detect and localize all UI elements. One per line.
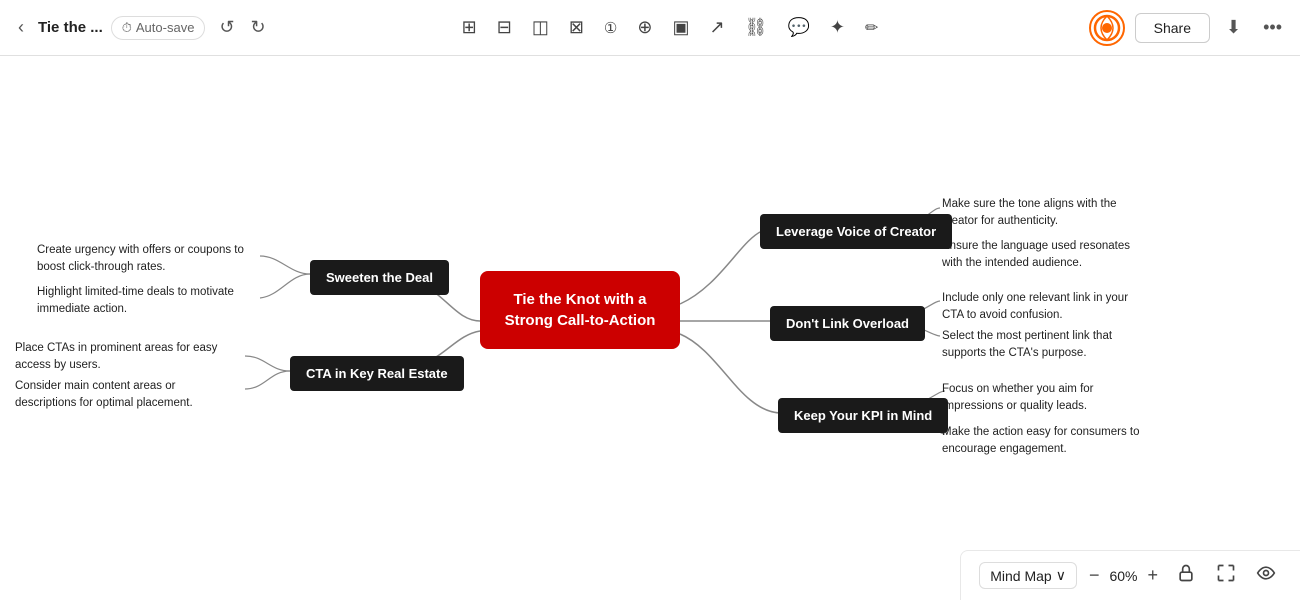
- tool-shape[interactable]: ◫: [525, 13, 556, 42]
- header: ‹ Tie the ... ⏱ Auto-save ↺ ↻ ⊞ ⊟ ◫ ⊠ ① …: [0, 0, 1300, 56]
- node-kpi[interactable]: Keep Your KPI in Mind: [778, 398, 948, 433]
- undo-button[interactable]: ↺: [213, 13, 240, 42]
- tool-pen[interactable]: ✏: [858, 14, 885, 42]
- tool-connector[interactable]: ⊠: [562, 13, 591, 42]
- tool-link[interactable]: ⛓: [738, 13, 775, 42]
- zoom-in-button[interactable]: +: [1143, 563, 1162, 588]
- tool-arrow[interactable]: ↗: [702, 13, 731, 42]
- more-options-button[interactable]: •••: [1257, 13, 1288, 42]
- header-right: Share ⬇ •••: [1068, 10, 1288, 46]
- central-node[interactable]: Tie the Knot with a Strong Call-to-Actio…: [480, 271, 680, 349]
- header-left: ‹ Tie the ... ⏱ Auto-save ↺ ↻: [12, 13, 272, 42]
- share-button[interactable]: Share: [1135, 13, 1210, 43]
- brand-logo: [1089, 10, 1125, 46]
- preview-button[interactable]: [1250, 559, 1282, 592]
- undo-redo-group: ↺ ↻: [213, 13, 271, 42]
- tool-add[interactable]: ⊕: [630, 13, 659, 42]
- fullscreen-button[interactable]: [1210, 559, 1242, 592]
- text-leverage-2: Ensure the language used resonates with …: [942, 238, 1152, 273]
- download-button[interactable]: ⬇: [1220, 13, 1247, 42]
- text-cta-2: Consider main content areas or descripti…: [15, 378, 225, 413]
- text-sweeten-2: Highlight limited-time deals to motivate…: [37, 284, 247, 319]
- lock-button[interactable]: [1170, 559, 1202, 592]
- text-cta-1: Place CTAs in prominent areas for easy a…: [15, 340, 225, 375]
- tool-table[interactable]: ⊞: [455, 13, 484, 42]
- redo-button[interactable]: ↻: [245, 13, 272, 42]
- toolbar-center: ⊞ ⊟ ◫ ⊠ ① ⊕ ▣ ↗ ⛓ 💬 ✦ ✏: [280, 13, 1060, 42]
- node-cta[interactable]: CTA in Key Real Estate: [290, 356, 464, 391]
- text-sweeten-1: Create urgency with offers or coupons to…: [37, 242, 247, 277]
- document-title: Tie the ...: [38, 19, 103, 36]
- text-kpi-2: Make the action easy for consumers to en…: [942, 424, 1152, 459]
- canvas: Tie the Knot with a Strong Call-to-Actio…: [0, 56, 1300, 600]
- node-sweeten[interactable]: Sweeten the Deal: [310, 260, 449, 295]
- text-link-2: Select the most pertinent link that supp…: [942, 328, 1152, 363]
- node-link[interactable]: Don't Link Overload: [770, 306, 925, 341]
- bottombar: Mind Map ∨ − 60% +: [960, 550, 1300, 600]
- text-leverage-1: Make sure the tone aligns with the creat…: [942, 196, 1152, 231]
- view-label-text: Mind Map: [990, 568, 1051, 584]
- zoom-out-button[interactable]: −: [1085, 563, 1104, 588]
- autosave-clock-icon: ⏱: [122, 20, 132, 36]
- tool-frame[interactable]: ①: [597, 15, 624, 41]
- back-button[interactable]: ‹: [12, 13, 30, 42]
- text-link-1: Include only one relevant link in your C…: [942, 290, 1152, 325]
- tool-ai[interactable]: ✦: [823, 13, 852, 42]
- zoom-level: 60%: [1109, 568, 1137, 584]
- chevron-down-icon: ∨: [1056, 567, 1066, 584]
- tool-comment[interactable]: 💬: [780, 13, 816, 42]
- tool-layout[interactable]: ⊟: [490, 13, 519, 42]
- view-selector[interactable]: Mind Map ∨: [979, 562, 1077, 589]
- autosave-label: Auto-save: [136, 20, 195, 35]
- node-leverage[interactable]: Leverage Voice of Creator: [760, 214, 952, 249]
- autosave-indicator: ⏱ Auto-save: [111, 16, 206, 40]
- tool-image[interactable]: ▣: [665, 13, 696, 42]
- text-kpi-1: Focus on whether you aim for impressions…: [942, 381, 1152, 416]
- zoom-controls: − 60% +: [1085, 563, 1162, 588]
